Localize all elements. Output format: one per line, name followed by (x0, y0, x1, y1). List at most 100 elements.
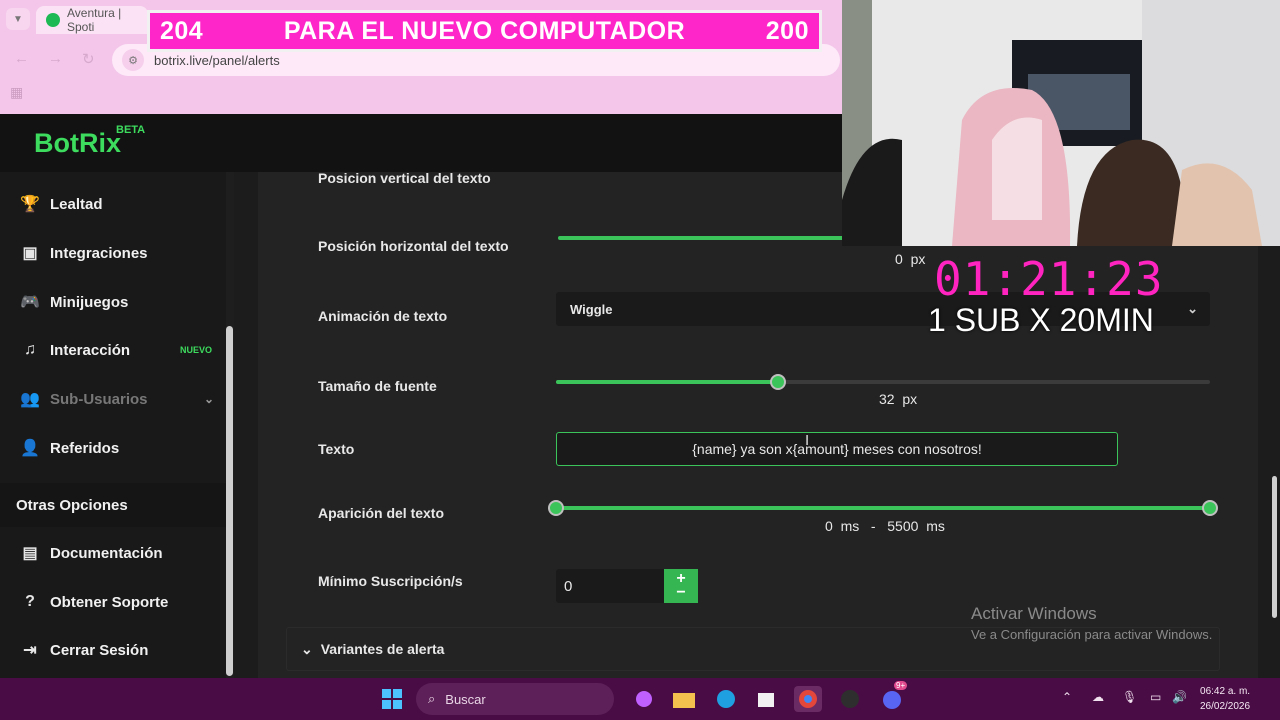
search-label: Buscar (445, 691, 486, 707)
tab-search-button[interactable]: ▼ (6, 8, 30, 30)
url-text: botrix.live/panel/alerts (154, 52, 280, 68)
chevron-down-icon: ⌄ (1187, 301, 1198, 316)
sidebar-item-integraciones[interactable]: ▣ Integraciones (0, 233, 226, 273)
sidebar-item-documentacion[interactable]: ▤ Documentación (0, 533, 226, 573)
taskbar: ⌕ Buscar 9+ ⌃ ☁ 🎙 ▭ 🔊 06:42 a. m. 26/02/… (0, 678, 1280, 720)
appearance-range-slider[interactable] (556, 506, 1210, 510)
help-icon: ? (25, 593, 35, 610)
chrome-icon[interactable] (794, 686, 822, 712)
notification-count: 9+ (894, 681, 908, 690)
search-icon: ⌕ (428, 691, 436, 706)
activate-windows-subtitle: Ve a Configuración para activar Windows. (971, 627, 1213, 642)
volume-icon[interactable]: 🔊 (1172, 690, 1187, 704)
font-size-value: 32 px (879, 391, 918, 407)
horizontal-position-slider[interactable] (558, 236, 848, 240)
min-sub-label: Mínimo Suscripción/s (318, 573, 463, 589)
variants-label: Variantes de alerta (320, 641, 445, 657)
back-icon[interactable]: ← (14, 50, 29, 67)
cloud-icon[interactable]: ☁ (1092, 690, 1104, 704)
beta-badge: BETA (116, 124, 146, 136)
sidebar-section-title: Otras Opciones (0, 483, 226, 527)
taskbar-search[interactable]: ⌕ Buscar (416, 683, 614, 715)
trophy-icon: 🏆 (20, 196, 40, 213)
appearance-max-knob[interactable] (1202, 500, 1218, 516)
botrix-logo[interactable]: BotRix (34, 128, 121, 159)
sidebar-item-label: Documentación (50, 544, 163, 562)
alert-settings-panel: Posicion vertical del texto Posición hor… (258, 172, 1258, 678)
sidebar-item-interaccion[interactable]: ♫ Interacción NUEVO (0, 330, 226, 370)
alert-text-input[interactable] (556, 432, 1118, 466)
sidebar-item-label: Sub-Usuarios (50, 390, 148, 408)
referrals-icon: 👤 (20, 440, 40, 457)
sidebar-item-sub-usuarios[interactable]: 👥 Sub-Usuarios ⌄ (0, 379, 226, 419)
forward-icon[interactable]: → (48, 50, 63, 67)
tab-title: Aventura | Spoti (67, 6, 122, 34)
vertical-position-label: Posicion vertical del texto (318, 172, 491, 186)
webcam-overlay (842, 0, 1280, 246)
min-sub-stepper[interactable]: + − (664, 569, 698, 603)
taskbar-clock[interactable]: 06:42 a. m. 26/02/2026 (1200, 684, 1250, 714)
chevron-up-icon[interactable]: ⌃ (1062, 690, 1072, 704)
min-sub-input[interactable]: 0 (556, 569, 664, 603)
obs-icon[interactable] (836, 686, 864, 712)
font-size-knob[interactable] (770, 374, 786, 390)
integrations-icon: ▣ (22, 245, 38, 262)
goal-right-count: 200 (765, 16, 809, 45)
text-cursor-icon: I (805, 432, 810, 449)
sidebar-item-cerrar-sesion[interactable]: ⇥ Cerrar Sesión (0, 630, 226, 670)
sub-rate-text: 1 SUB X 20MIN (928, 302, 1154, 338)
logout-icon: ⇥ (23, 642, 37, 659)
activate-windows-title: Activar Windows (971, 604, 1097, 623)
sidebar-item-minijuegos[interactable]: 🎮 Minijuegos (0, 282, 226, 322)
app-header: BotRix BETA (0, 114, 842, 172)
minus-icon[interactable]: − (676, 585, 685, 601)
gamepad-icon: 🎮 (20, 294, 40, 311)
animation-label: Animación de texto (318, 308, 448, 324)
sidebar: 🏆 Lealtad ▣ Integraciones 🎮 Minijuegos ♫… (0, 172, 234, 678)
network-icon[interactable]: ▭ (1150, 690, 1161, 704)
sidebar-scrollbar-thumb[interactable] (226, 326, 233, 676)
horizontal-position-label: Posición horizontal del texto (318, 238, 509, 254)
sidebar-item-soporte[interactable]: ? Obtener Soporte (0, 582, 226, 622)
discord-icon[interactable]: 9+ (878, 681, 908, 712)
chevron-down-icon: ⌄ (301, 640, 313, 657)
subathon-timer: 01:21:23 (934, 252, 1164, 306)
reload-icon[interactable]: ↻ (82, 50, 95, 68)
users-icon: 👥 (20, 391, 40, 408)
sidebar-item-label: Referidos (50, 439, 120, 457)
appearance-range-value: 0 ms - 5500 ms (825, 518, 945, 534)
appearance-min-knob[interactable] (548, 500, 564, 516)
sidebar-item-label: Minijuegos (50, 293, 129, 311)
new-badge: NUEVO (180, 345, 213, 355)
text-label: Texto (318, 441, 355, 457)
sidebar-item-label: Interacción (50, 341, 131, 359)
windows-start-icon[interactable] (378, 686, 406, 712)
microphone-icon[interactable]: 🎙 (1122, 690, 1137, 704)
clock-date: 26/02/2026 (1200, 701, 1251, 712)
clock-time: 06:42 a. m. (1200, 686, 1251, 697)
music-note-icon: ♫ (24, 341, 36, 358)
sidebar-item-label: Integraciones (50, 244, 148, 262)
book-icon: ▤ (22, 545, 38, 562)
goal-left-count: 204 (160, 16, 204, 45)
edge-icon[interactable] (712, 686, 740, 712)
appearance-label: Aparición del texto (318, 505, 445, 521)
store-icon[interactable] (752, 686, 780, 712)
sidebar-item-label: Obtener Soporte (50, 593, 169, 611)
browser-tab[interactable]: Aventura | Spoti (36, 6, 148, 34)
sidebar-item-label: Cerrar Sesión (50, 641, 149, 659)
file-explorer-icon[interactable] (670, 686, 698, 712)
font-size-label: Tamaño de fuente (318, 378, 437, 394)
apps-grid-icon[interactable]: ▦ (10, 84, 23, 101)
site-info-icon[interactable]: ⚙ (122, 49, 144, 71)
sidebar-item-referidos[interactable]: 👤 Referidos (0, 428, 226, 468)
main-scrollbar-thumb[interactable] (1272, 476, 1277, 618)
sidebar-item-lealtad[interactable]: 🏆 Lealtad (0, 184, 226, 224)
goal-banner: 204 PARA EL NUEVO COMPUTADOR 200 (147, 10, 822, 52)
animation-selected-value: Wiggle (570, 301, 613, 317)
copilot-icon[interactable] (630, 686, 658, 712)
spotify-icon (46, 13, 60, 27)
goal-title: PARA EL NUEVO COMPUTADOR (283, 16, 686, 45)
webcam-image (842, 0, 1280, 246)
chevron-down-icon: ⌄ (204, 392, 215, 406)
